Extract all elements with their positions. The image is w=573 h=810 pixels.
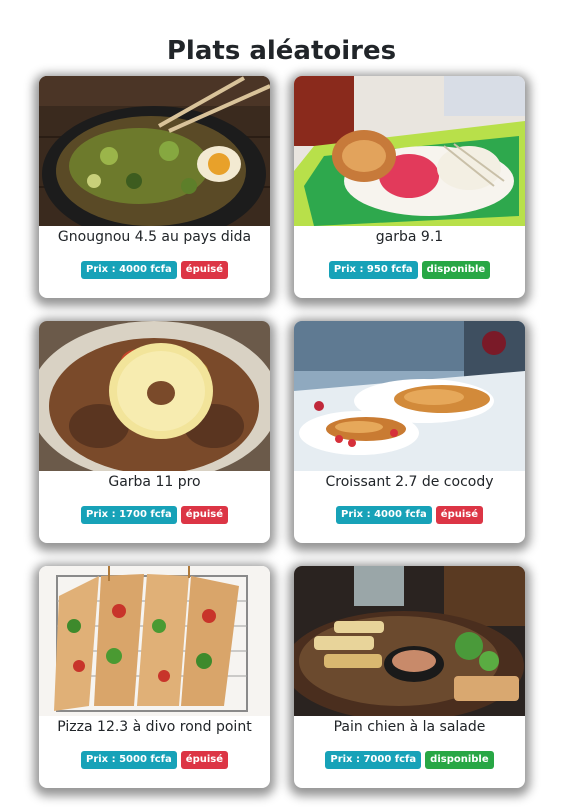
price-badge: Prix : 1700 fcfa	[80, 506, 177, 524]
status-badge: disponible	[421, 261, 491, 279]
dish-name: Gnougnou 4.5 au pays dida	[57, 229, 252, 245]
status-badge: épuisé	[180, 751, 229, 769]
grilled-platter-photo	[294, 566, 525, 716]
dish-card[interactable]: Croissant 2.7 de cocody Prix : 4000 fcfa…	[294, 321, 525, 543]
price-badge: Prix : 950 fcfa	[328, 261, 418, 279]
dish-name: Croissant 2.7 de cocody	[325, 474, 494, 490]
price-badge: Prix : 4000 fcfa	[335, 506, 432, 524]
dish-name: Garba 11 pro	[108, 474, 201, 490]
dish-name: Pain chien à la salade	[333, 719, 486, 735]
dish-card[interactable]: Gnougnou 4.5 au pays dida Prix : 4000 fc…	[39, 76, 270, 298]
badge-group: Prix : 5000 fcfa épuisé	[39, 751, 270, 769]
dish-name: garba 9.1	[375, 229, 444, 245]
pineapple-ring-dish-photo	[39, 321, 270, 471]
croissants-table-photo	[294, 321, 525, 471]
price-badge: Prix : 4000 fcfa	[80, 261, 177, 279]
status-badge: épuisé	[435, 506, 484, 524]
page-title: Plats aléatoires	[166, 36, 397, 66]
flatbread-pizza-photo	[39, 566, 270, 716]
dish-card[interactable]: Pizza 12.3 à divo rond point Prix : 5000…	[39, 566, 270, 788]
status-badge: disponible	[425, 751, 494, 769]
badge-group: Prix : 4000 fcfa épuisé	[39, 261, 270, 279]
dish-card[interactable]: Pain chien à la salade Prix : 7000 fcfa …	[294, 566, 525, 788]
status-badge: épuisé	[180, 506, 229, 524]
price-badge: Prix : 5000 fcfa	[80, 751, 177, 769]
badge-group: Prix : 7000 fcfa disponible	[294, 751, 525, 769]
badge-group: Prix : 950 fcfa disponible	[294, 261, 525, 279]
dish-card[interactable]: garba 9.1 Prix : 950 fcfa disponible	[294, 76, 525, 298]
badge-group: Prix : 4000 fcfa épuisé	[294, 506, 525, 524]
badge-group: Prix : 1700 fcfa épuisé	[39, 506, 270, 524]
noodle-bowl-photo	[39, 76, 270, 226]
dish-name: Pizza 12.3 à divo rond point	[57, 719, 252, 735]
price-badge: Prix : 7000 fcfa	[325, 751, 422, 769]
fried-fish-salad-photo	[294, 76, 525, 226]
dish-card[interactable]: Garba 11 pro Prix : 1700 fcfa épuisé	[39, 321, 270, 543]
status-badge: épuisé	[180, 261, 229, 279]
